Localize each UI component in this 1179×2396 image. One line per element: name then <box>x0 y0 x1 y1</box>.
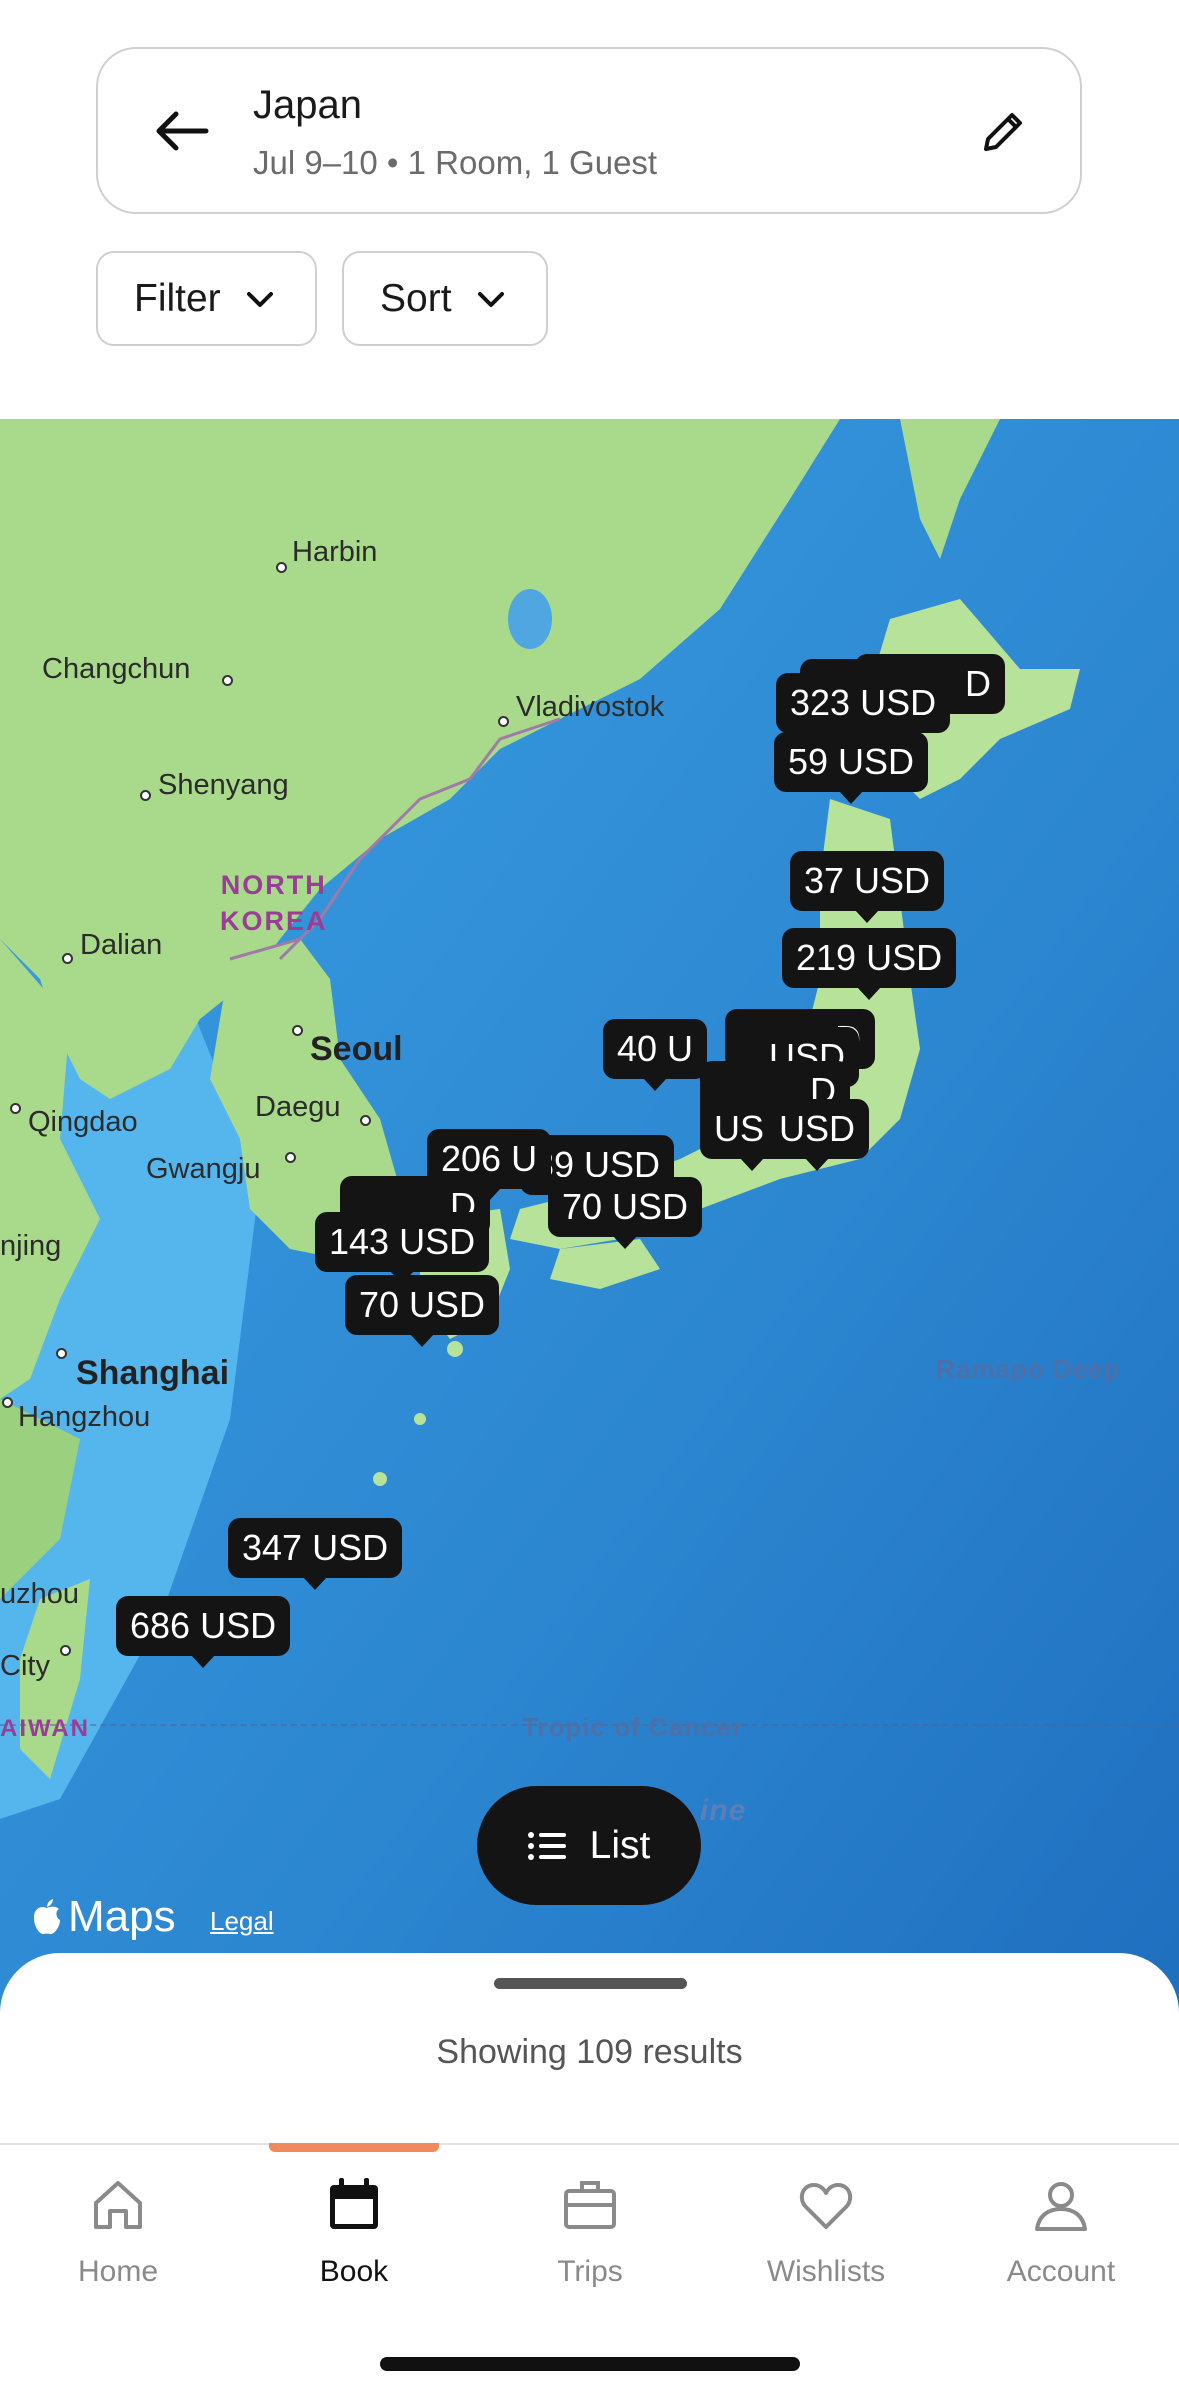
map-view[interactable]: Harbin Changchun Vladivostok Shenyang Da… <box>0 419 1179 2019</box>
tab-book[interactable]: Book <box>236 2143 472 2315</box>
search-details: Jul 9–10 • 1 Room, 1 Guest <box>253 144 658 181</box>
city-shanghai: Shanghai <box>76 1354 230 1392</box>
tab-wishlists-label: Wishlists <box>766 2255 886 2288</box>
tab-account-label: Account <box>1006 2255 1116 2288</box>
price-pin[interactable]: 347 USD <box>228 1518 403 1590</box>
apple-maps-logo: Maps <box>30 1892 176 1942</box>
sort-label: Sort <box>380 276 452 320</box>
city-dot <box>292 1025 303 1036</box>
philippine-sea-label: ine <box>700 1794 747 1827</box>
price-pin[interactable]: 70 USD <box>548 1177 703 1249</box>
sort-button[interactable]: Sort <box>342 251 548 346</box>
price-pin[interactable]: 219 USD <box>782 928 957 1000</box>
apple-logo-icon <box>34 1899 60 1935</box>
city-dot <box>276 562 287 573</box>
city-dot <box>10 1103 21 1114</box>
back-arrow-icon[interactable] <box>150 99 214 163</box>
city-changchun: Changchun <box>42 653 191 685</box>
calendar-icon <box>330 2178 378 2229</box>
tab-home-label: Home <box>77 2255 159 2288</box>
briefcase-icon <box>564 2181 616 2229</box>
city-hangzhou: Hangzhou <box>18 1401 151 1433</box>
city-dalian: Dalian <box>80 929 163 961</box>
city-dot <box>56 1348 67 1359</box>
price-pin[interactable]: 323 USD <box>776 673 951 745</box>
city-qingdao: Qingdao <box>28 1106 138 1138</box>
tab-home[interactable]: Home <box>0 2145 236 2315</box>
sheet-grabber[interactable] <box>494 1978 687 1989</box>
city-city: City <box>0 1650 50 1682</box>
city-nanjing: njing <box>0 1230 62 1262</box>
home-indicator <box>380 2357 800 2371</box>
list-view-button[interactable]: List <box>477 1786 701 1905</box>
city-dot <box>498 716 509 727</box>
city-dot <box>285 1152 296 1163</box>
tab-account[interactable]: Account <box>943 2145 1179 2315</box>
country-label-line2: KOREA <box>220 906 328 936</box>
ramapo-deep-label: Ramapo Deep <box>936 1354 1121 1384</box>
city-dot <box>2 1397 13 1408</box>
country-label-line1: NORTH <box>220 870 327 900</box>
home-icon <box>94 2181 142 2229</box>
city-fuzhou: uzhou <box>0 1578 80 1610</box>
city-dot <box>360 1115 371 1126</box>
chevron-down-icon <box>477 291 504 307</box>
search-destination: Japan <box>253 83 362 127</box>
price-pin[interactable]: 70 USD <box>345 1275 500 1347</box>
results-count: Showing 109 results <box>436 2033 743 2071</box>
city-dot <box>60 1645 71 1656</box>
price-pin[interactable]: 37 USD <box>790 851 945 923</box>
list-icon <box>527 1831 566 1860</box>
city-shenyang: Shenyang <box>158 769 289 801</box>
tropic-of-cancer-label: Tropic of Cancer <box>522 1712 744 1742</box>
city-dot <box>222 675 233 686</box>
city-vladivostok: Vladivostok <box>516 691 665 723</box>
tab-trips[interactable]: Trips <box>472 2145 708 2315</box>
price-pin[interactable]: 40 U <box>603 1019 708 1091</box>
tab-wishlists[interactable]: Wishlists <box>708 2145 944 2315</box>
active-tab-indicator <box>269 2143 439 2152</box>
results-sheet[interactable]: Showing 109 results <box>0 1953 1179 2143</box>
pencil-icon[interactable] <box>978 105 1030 157</box>
price-pin[interactable]: 686 USD <box>116 1596 291 1668</box>
search-summary-card[interactable]: Japan Jul 9–10 • 1 Room, 1 Guest <box>96 47 1082 214</box>
city-daegu: Daegu <box>255 1091 341 1123</box>
tab-book-label: Book <box>319 2255 389 2288</box>
country-north-korea: NORTH KOREA <box>220 867 328 939</box>
person-icon <box>1035 2182 1087 2231</box>
city-dot <box>140 790 151 801</box>
list-view-label: List <box>589 1823 651 1867</box>
city-gwangju: Gwangju <box>146 1153 261 1185</box>
tab-trips-label: Trips <box>557 2255 623 2288</box>
price-pin[interactable]: 143 USD <box>315 1212 490 1284</box>
country-taiwan: AIWAN <box>0 1715 90 1742</box>
chevron-down-icon <box>246 291 273 307</box>
city-harbin: Harbin <box>292 536 378 568</box>
filter-button[interactable]: Filter <box>96 251 317 346</box>
city-dot <box>62 953 73 964</box>
price-pin[interactable]: 59 USD <box>774 732 929 804</box>
city-seoul: Seoul <box>310 1030 403 1068</box>
filter-label: Filter <box>134 276 221 320</box>
heart-icon <box>799 2183 853 2229</box>
maps-brand-text: Maps <box>68 1892 176 1941</box>
legal-link[interactable]: Legal <box>210 1906 274 1937</box>
price-pin[interactable]: USD <box>765 1099 870 1171</box>
